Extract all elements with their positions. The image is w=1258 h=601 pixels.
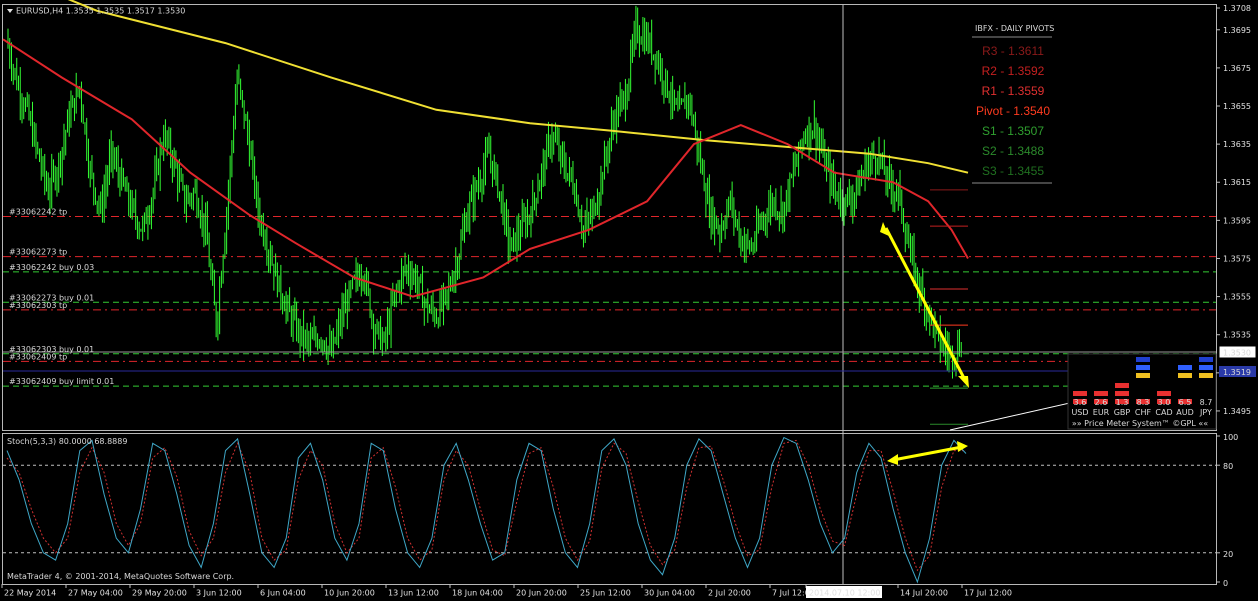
stoch-main-line: [6, 436, 967, 584]
meter-currency-CAD: CAD: [1155, 408, 1172, 417]
dropdown-arrow-icon[interactable]: [7, 9, 13, 13]
current-price-label: 1.3530: [1223, 349, 1251, 358]
stoch-signal-line: [6, 439, 966, 572]
x-tick-label-2: 29 May 20:00: [132, 589, 187, 598]
meter-currency-CHF: CHF: [1135, 408, 1152, 417]
y-tick-label-7: 1.3575: [1223, 254, 1251, 263]
order-labels: #33062242 tp #33062273 tp #33062242 buy 0.…: [9, 208, 114, 387]
order-label-2: #33062242 buy 0.03: [9, 263, 94, 272]
meter-currency-USD: USD: [1071, 408, 1088, 417]
copyright-text: MetaTrader 4, © 2001-2014, MetaQuotes So…: [7, 572, 234, 581]
chart-title: EURUSD,H4 1.3535 1.3535 1.3517 1.3530: [16, 7, 185, 16]
x-tick-label-6: 13 Jun 12:00: [388, 589, 439, 598]
stoch-arrow: [887, 441, 968, 465]
x-tick-label-8: 20 Jun 20:00: [516, 589, 567, 598]
stoch-tick-label-2: 20: [1223, 550, 1233, 559]
x-tick-label-9: 25 Jun 12:00: [580, 589, 631, 598]
meter-currency-AUD: AUD: [1176, 408, 1194, 417]
trend-arrow: [880, 222, 969, 388]
x-axis: 22 May 2014 27 May 04:00 29 May 20:00 3 Jun…: [1, 584, 1012, 598]
x-tick-label-14: 14 Jul 20:00: [900, 589, 948, 598]
meter-value-EUR: 2.6: [1095, 398, 1108, 407]
x-tick-label-13: 2014.07.10 12:00: [809, 589, 880, 598]
y-tick-label-1: 1.3695: [1223, 26, 1251, 35]
price-tag-bid: 1.3519: [1219, 366, 1256, 377]
meter-bar-blue2-JPY: [1199, 357, 1213, 362]
meter-currency-JPY: JPY: [1199, 408, 1212, 417]
meter-bar-blue-AUD: [1178, 365, 1192, 370]
meter-value-AUD: 6.5: [1179, 398, 1192, 407]
meter-value-JPY: 8.7: [1200, 398, 1213, 407]
price-meter: 3.6USD 2.6EUR 1.3GBP 8.3CHF 3.0CAD 6.5AUD 8.7J…: [1067, 353, 1217, 430]
meter-bar-red-EUR-1: [1094, 391, 1108, 396]
pivot-s1: S1 - 1.3507: [982, 124, 1044, 138]
meter-value-GBP: 1.3: [1116, 398, 1129, 407]
bid-price-label: 1.3519: [1223, 368, 1251, 377]
order-label-4: #33062303 tp: [9, 301, 67, 310]
meter-bar-red-CAD-1: [1157, 391, 1171, 396]
y-tick-label-11: 1.3495: [1223, 407, 1251, 416]
meter-bar-blue2-CHF: [1136, 357, 1150, 362]
y-tick-label-0: 1.3708: [1223, 4, 1251, 13]
pivot-p: Pivot - 1.3540: [976, 104, 1050, 118]
pivot-s2: S2 - 1.3488: [982, 144, 1044, 158]
price-meter-title: »» Price Meter System™ ©GPL ««: [1072, 419, 1208, 428]
y-tick-label-8: 1.3555: [1223, 293, 1251, 302]
meter-bar-red-GBP-1: [1115, 391, 1129, 396]
x-tick-label-0: 22 May 2014: [4, 589, 56, 598]
meter-value-CAD: 3.0: [1158, 398, 1171, 407]
y-tick-label-9: 1.3535: [1223, 331, 1251, 340]
pivot-lines: [930, 189, 968, 425]
pivot-s3: S3 - 1.3455: [982, 164, 1044, 178]
meter-bar-yellow-AUD: [1178, 373, 1192, 378]
y-tick-label-2: 1.3675: [1223, 64, 1251, 73]
x-tick-label-11: 2 Jul 20:00: [708, 589, 751, 598]
candles: [7, 5, 962, 379]
meter-bar-yellow-JPY: [1199, 373, 1213, 378]
order-label-1: #33062273 tp: [9, 248, 67, 257]
x-tick-label-4: 6 Jun 04:00: [260, 589, 306, 598]
pivot-r1: R1 - 1.3559: [982, 84, 1045, 98]
chart-canvas[interactable]: EURUSD,H4 1.3535 1.3535 1.3517 1.3530 #3…: [0, 0, 1258, 601]
x-tick-label-10: 30 Jun 04:00: [644, 589, 695, 598]
pivots-panel: IBFX - DAILY PIVOTS R3 - 1.3611 R2 - 1.3…: [972, 24, 1054, 184]
meter-bar-blue-JPY: [1199, 365, 1213, 370]
meter-currency-EUR: EUR: [1093, 408, 1110, 417]
x-tick-label-3: 3 Jun 12:00: [196, 589, 242, 598]
pivot-r3: R3 - 1.3611: [982, 44, 1044, 58]
price-tag-current: 1.3530: [1218, 345, 1257, 359]
meter-value-USD: 3.6: [1074, 398, 1087, 407]
y-tick-label-4: 1.3635: [1223, 140, 1251, 149]
y-axis-stoch: 100 80 20 0: [1216, 433, 1238, 588]
order-label-7: #33062409 buy limit 0.01: [9, 377, 114, 386]
meter-bar-red-GBP-2: [1115, 383, 1129, 388]
y-tick-label-6: 1.3595: [1223, 216, 1251, 225]
stoch-title: Stoch(5,3,3) 80.0000 68.8889: [7, 437, 127, 446]
stoch-chart-frame: [2, 433, 1217, 585]
meter-bar-yellow-CHF: [1136, 373, 1150, 378]
meter-value-CHF: 8.3: [1137, 398, 1150, 407]
stoch-tick-label-0: 100: [1223, 433, 1238, 442]
stoch-levels: [3, 464, 1216, 554]
x-tick-label-1: 27 May 04:00: [68, 589, 123, 598]
stoch-tick-label-1: 80: [1223, 462, 1233, 471]
y-tick-label-5: 1.3615: [1223, 178, 1251, 187]
stoch-tick-label-3: 0: [1223, 579, 1228, 588]
x-tick-label-7: 18 Jun 04:00: [452, 589, 503, 598]
order-label-0: #33062242 tp: [9, 208, 67, 217]
pivots-header: IBFX - DAILY PIVOTS: [975, 24, 1054, 33]
x-tick-label-5: 10 Jun 20:00: [324, 589, 375, 598]
meter-bar-blue-CHF: [1136, 365, 1150, 370]
pivot-r2: R2 - 1.3592: [982, 64, 1045, 78]
order-label-6: #33062409 tp: [9, 352, 67, 361]
order-lines: [3, 216, 1216, 387]
title-bar: EURUSD,H4 1.3535 1.3535 1.3517 1.3530: [7, 7, 185, 16]
meter-currency-GBP: GBP: [1114, 408, 1131, 417]
meter-bar-red-USD-1: [1073, 391, 1087, 396]
y-tick-label-3: 1.3655: [1223, 102, 1251, 111]
x-tick-label-15: 17 Jul 12:00: [964, 589, 1012, 598]
